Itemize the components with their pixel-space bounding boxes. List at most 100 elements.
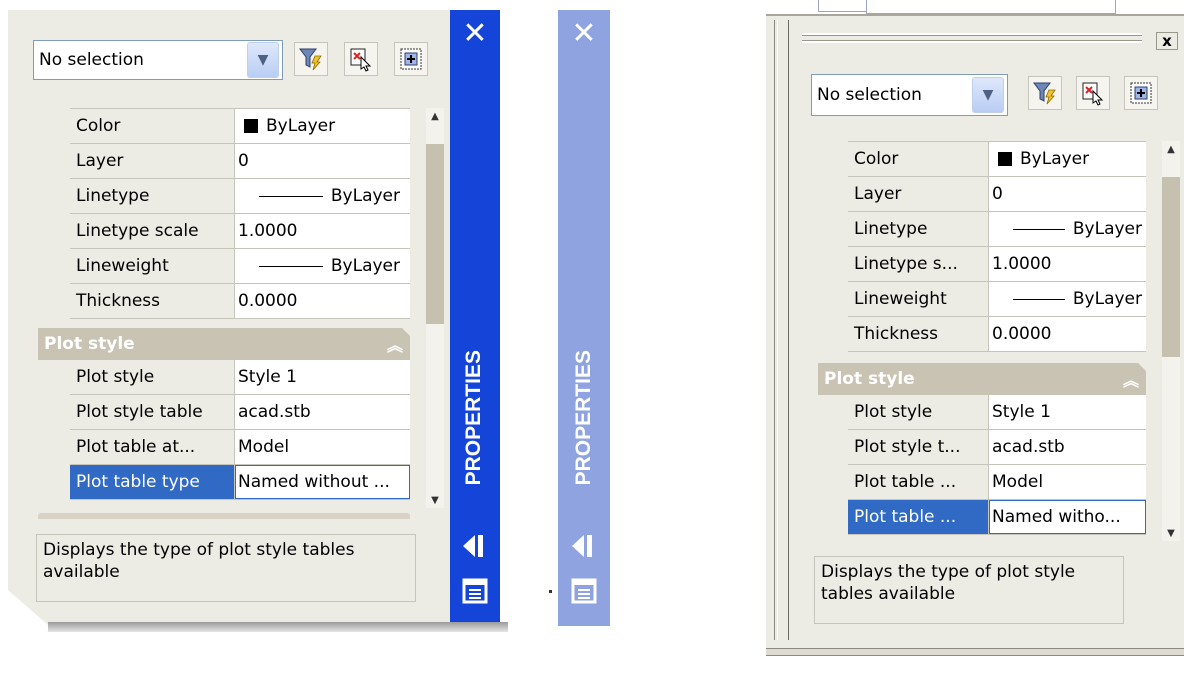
- palette-shadow: [48, 622, 508, 632]
- property-label: Plot table type: [70, 465, 235, 499]
- property-value[interactable]: 0.0000: [235, 284, 410, 318]
- collapse-section-icon[interactable]: ︽: [380, 332, 410, 356]
- property-value[interactable]: Named without ...: [235, 465, 410, 499]
- property-label: Color: [848, 142, 989, 176]
- selection-dropdown[interactable]: No selection ▼: [33, 40, 283, 80]
- frame-left-edge: [774, 20, 778, 640]
- line-sample-icon: [1012, 228, 1065, 230]
- property-row-layer[interactable]: Layer 0: [70, 144, 410, 179]
- property-value[interactable]: 1.0000: [989, 247, 1146, 281]
- collapse-section-icon[interactable]: ︽: [1116, 367, 1146, 391]
- property-value[interactable]: Style 1: [235, 360, 410, 394]
- frame-left-edge: [788, 20, 791, 640]
- property-value[interactable]: 0.0000: [989, 317, 1146, 351]
- quick-select-button[interactable]: [1028, 76, 1062, 110]
- property-value[interactable]: ByLayer: [235, 109, 410, 143]
- plot-style-grid: Plot style Style 1 Plot style t... acad.…: [848, 395, 1146, 535]
- select-objects-button[interactable]: [344, 42, 378, 76]
- property-value[interactable]: Model: [989, 465, 1146, 499]
- description-text-line-2: tables available: [821, 584, 956, 604]
- property-row-plot-style-table[interactable]: Plot style table acad.stb: [70, 395, 410, 430]
- close-icon[interactable]: ✕: [567, 16, 601, 51]
- property-grid-scrollbar[interactable]: ▲ ▼: [1162, 141, 1180, 541]
- auto-hide-icon[interactable]: [570, 532, 598, 560]
- property-row-color[interactable]: Color ByLayer: [848, 142, 1146, 177]
- property-value[interactable]: 1.0000: [235, 214, 410, 248]
- property-value[interactable]: ByLayer: [989, 282, 1146, 316]
- property-value[interactable]: Named witho...: [989, 500, 1146, 534]
- quick-select-filter-icon: [1033, 82, 1056, 105]
- chevron-down-icon[interactable]: ▼: [247, 42, 279, 78]
- toggle-pickadd-icon: [1130, 82, 1152, 104]
- description-panel: Displays the type of plot style tables a…: [36, 534, 416, 602]
- palette-caption-bar[interactable]: ✕ PROPERTIES: [450, 10, 500, 622]
- property-row-linetype-scale[interactable]: Linetype s... 1.0000: [848, 247, 1146, 282]
- property-label: Thickness: [848, 317, 989, 351]
- auto-hide-icon[interactable]: [461, 532, 489, 560]
- property-label: Linetype: [70, 179, 235, 213]
- property-row-lineweight[interactable]: Lineweight ByLayer: [848, 282, 1146, 317]
- property-row-linetype[interactable]: Linetype ByLayer: [70, 179, 410, 214]
- property-value[interactable]: 0: [989, 177, 1146, 211]
- selection-dropdown[interactable]: No selection ▼: [811, 74, 1008, 116]
- scroll-down-icon[interactable]: ▼: [426, 492, 444, 508]
- description-splitter[interactable]: [38, 513, 410, 519]
- chevron-down-icon[interactable]: ▼: [972, 77, 1004, 113]
- toggle-pickadd-button[interactable]: [394, 42, 428, 76]
- description-text-line-1: Displays the type of plot style: [821, 562, 1076, 582]
- property-row-plot-table-attached[interactable]: Plot table ... Model: [848, 465, 1146, 500]
- properties-menu-icon[interactable]: [571, 578, 597, 604]
- quick-select-button[interactable]: [294, 42, 328, 76]
- property-row-plot-style[interactable]: Plot style Style 1: [848, 395, 1146, 430]
- scroll-down-icon[interactable]: ▼: [1162, 525, 1180, 541]
- property-value[interactable]: ByLayer: [989, 142, 1146, 176]
- property-label: Linetype: [848, 212, 989, 246]
- property-row-thickness[interactable]: Thickness 0.0000: [70, 284, 410, 319]
- close-icon[interactable]: ✕: [458, 16, 492, 51]
- property-value[interactable]: 0: [235, 144, 410, 178]
- close-icon[interactable]: x: [1156, 32, 1178, 50]
- property-row-color[interactable]: Color ByLayer: [70, 109, 410, 144]
- scrollbar-thumb[interactable]: [426, 144, 444, 324]
- property-value[interactable]: Style 1: [989, 395, 1146, 429]
- property-row-linetype[interactable]: Linetype ByLayer: [848, 212, 1146, 247]
- general-properties-grid: Color ByLayer Layer 0 Linetype ByLayer L…: [70, 108, 410, 319]
- section-header-plot-style[interactable]: Plot style ︽: [38, 328, 410, 360]
- property-grid-scrollbar[interactable]: ▲ ▼: [426, 108, 444, 508]
- property-value[interactable]: acad.stb: [235, 395, 410, 429]
- select-objects-button[interactable]: [1076, 76, 1110, 110]
- property-row-linetype-scale[interactable]: Linetype scale 1.0000: [70, 214, 410, 249]
- section-header-plot-style[interactable]: Plot style ︽: [818, 363, 1146, 395]
- color-swatch-icon: [244, 119, 258, 133]
- palette-title: PROPERTIES: [572, 350, 595, 486]
- property-row-plot-style-table[interactable]: Plot style t... acad.stb: [848, 430, 1146, 465]
- property-value[interactable]: acad.stb: [989, 430, 1146, 464]
- property-row-plot-table-attached[interactable]: Plot table at... Model: [70, 430, 410, 465]
- property-row-thickness[interactable]: Thickness 0.0000: [848, 317, 1146, 352]
- select-objects-icon: [350, 48, 372, 72]
- property-label: Lineweight: [848, 282, 989, 316]
- scroll-up-icon[interactable]: ▲: [1162, 141, 1180, 157]
- properties-palette-collapsed[interactable]: ✕ PROPERTIES: [558, 10, 610, 626]
- property-row-layer[interactable]: Layer 0: [848, 177, 1146, 212]
- palette-grip[interactable]: [802, 33, 1142, 43]
- property-row-plot-table-type[interactable]: Plot table type Named without ...: [70, 465, 410, 500]
- property-row-plot-table-type[interactable]: Plot table ... Named witho...: [848, 500, 1146, 535]
- general-properties-grid: Color ByLayer Layer 0 Linetype ByLayer L…: [848, 141, 1146, 352]
- toggle-pickadd-button[interactable]: [1124, 76, 1158, 110]
- property-label: Plot style: [848, 395, 989, 429]
- section-title: Plot style: [824, 369, 915, 389]
- palette-title: PROPERTIES: [462, 350, 485, 486]
- property-row-lineweight[interactable]: Lineweight ByLayer: [70, 249, 410, 284]
- scrollbar-thumb[interactable]: [1162, 177, 1180, 357]
- scroll-up-icon[interactable]: ▲: [426, 108, 444, 124]
- property-value[interactable]: ByLayer: [235, 179, 410, 213]
- property-value-text: ByLayer: [1072, 219, 1142, 239]
- properties-menu-icon[interactable]: [462, 578, 488, 604]
- property-value[interactable]: Model: [235, 430, 410, 464]
- property-row-plot-style[interactable]: Plot style Style 1: [70, 360, 410, 395]
- properties-palette-docked: No selection ▼ Color ByLayer Layer 0 Lin…: [8, 10, 508, 632]
- properties-palette-classic: x No selection ▼ Color ByLayer Layer 0 L…: [766, 0, 1184, 675]
- property-value[interactable]: ByLayer: [989, 212, 1146, 246]
- property-value[interactable]: ByLayer: [235, 249, 410, 283]
